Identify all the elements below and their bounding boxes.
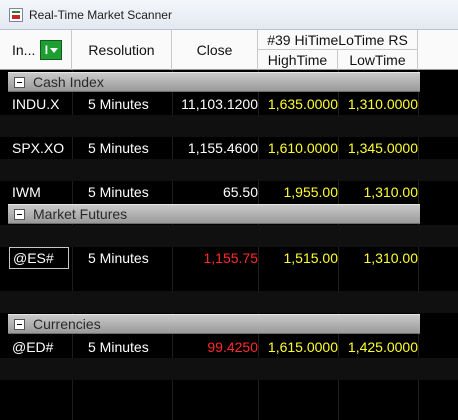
symbol-cell[interactable]: IWM — [12, 181, 41, 203]
instrument-header-label: In... — [12, 42, 36, 58]
table-row-empty[interactable] — [0, 269, 458, 291]
scanner-grid[interactable]: Cash Index INDU.X 5 Minutes 11,103.1200 … — [0, 70, 458, 420]
collapse-icon[interactable] — [14, 318, 25, 330]
lowtime-header-label: LowTime — [349, 52, 406, 68]
lowtime-cell: 1,310.00 — [363, 250, 419, 266]
group-header-label: #39 HiTimeLoTime RS — [267, 31, 408, 48]
table-row-empty[interactable] — [0, 159, 458, 181]
table-row[interactable]: @ES# 5 Minutes 1,155.75 1,515.00 1,310.0… — [0, 247, 458, 269]
symbol-cell[interactable]: @ES# — [9, 247, 69, 269]
section-title: Currencies — [33, 316, 101, 332]
lowtime-cell: 1,310.0000 — [347, 96, 418, 112]
hightime-cell: 1,635.0000 — [267, 96, 338, 112]
lowtime-cell: 1,310.00 — [363, 184, 419, 200]
hightime-cell: 1,610.0000 — [267, 140, 338, 156]
resolution-header-label: Resolution — [88, 42, 155, 58]
hightime-cell: 1,955.00 — [283, 184, 339, 200]
resolution-cell: 5 Minutes — [88, 339, 149, 355]
section-currencies[interactable]: Currencies — [8, 314, 420, 334]
collapse-icon[interactable] — [14, 208, 25, 220]
scanner-app-icon — [9, 7, 23, 22]
section-cash-index[interactable]: Cash Index — [8, 72, 420, 92]
column-header-hightime[interactable]: HighTime — [258, 50, 338, 70]
hightime-cell: 1,615.0000 — [267, 339, 338, 355]
lowtime-cell: 1,345.0000 — [347, 140, 418, 156]
resolution-cell: 5 Minutes — [88, 140, 149, 156]
window-title: Real-Time Market Scanner — [29, 7, 172, 22]
section-title: Market Futures — [33, 206, 128, 222]
close-header-label: Close — [196, 42, 233, 58]
table-row[interactable]: @ED# 5 Minutes 99.4250 1,615.0000 1,425.… — [0, 336, 458, 358]
table-row-empty[interactable] — [0, 380, 458, 402]
collapse-icon[interactable] — [14, 76, 25, 88]
table-row[interactable]: INDU.X 5 Minutes 11,103.1200 1,635.0000 … — [0, 93, 458, 115]
column-group-header: #39 HiTimeLoTime RS — [258, 30, 418, 50]
close-cell: 11,103.1200 — [181, 96, 258, 112]
close-cell: 1,155.75 — [203, 250, 259, 266]
symbol-cell[interactable]: INDU.X — [12, 93, 59, 115]
chevron-down-icon — [50, 47, 59, 53]
hightime-header-label: HighTime — [267, 52, 328, 68]
column-header: In... I Resolution Close #39 HiTimeLoTim… — [0, 30, 458, 70]
column-header-instrument[interactable]: In... I — [0, 30, 72, 70]
table-row[interactable]: IWM 5 Minutes 65.50 1,955.00 1,310.00 — [0, 181, 458, 203]
lowtime-cell: 1,425.0000 — [347, 339, 418, 355]
symbol-cell[interactable]: @ED# — [12, 336, 53, 358]
section-market-futures[interactable]: Market Futures — [8, 204, 420, 224]
hightime-cell: 1,515.00 — [283, 250, 339, 266]
column-header-resolution[interactable]: Resolution — [72, 30, 172, 70]
filter-button-label: I — [44, 43, 49, 57]
close-cell: 1,155.4600 — [187, 140, 258, 156]
window-titlebar[interactable]: Real-Time Market Scanner — [0, 0, 458, 30]
filter-button[interactable]: I — [40, 40, 63, 60]
close-cell: 65.50 — [222, 184, 258, 200]
table-row-empty[interactable] — [0, 291, 458, 313]
resolution-cell: 5 Minutes — [88, 184, 149, 200]
table-row-empty[interactable] — [0, 225, 458, 247]
table-row[interactable]: SPX.XO 5 Minutes 1,155.4600 1,610.0000 1… — [0, 137, 458, 159]
column-header-close[interactable]: Close — [172, 30, 258, 70]
table-row-empty[interactable] — [0, 358, 458, 380]
section-title: Cash Index — [33, 74, 104, 90]
close-cell: 99.4250 — [207, 339, 258, 355]
symbol-cell[interactable]: SPX.XO — [12, 137, 64, 159]
resolution-cell: 5 Minutes — [88, 250, 149, 266]
column-header-lowtime[interactable]: LowTime — [338, 50, 418, 70]
table-row-empty[interactable] — [0, 115, 458, 137]
resolution-cell: 5 Minutes — [88, 96, 149, 112]
